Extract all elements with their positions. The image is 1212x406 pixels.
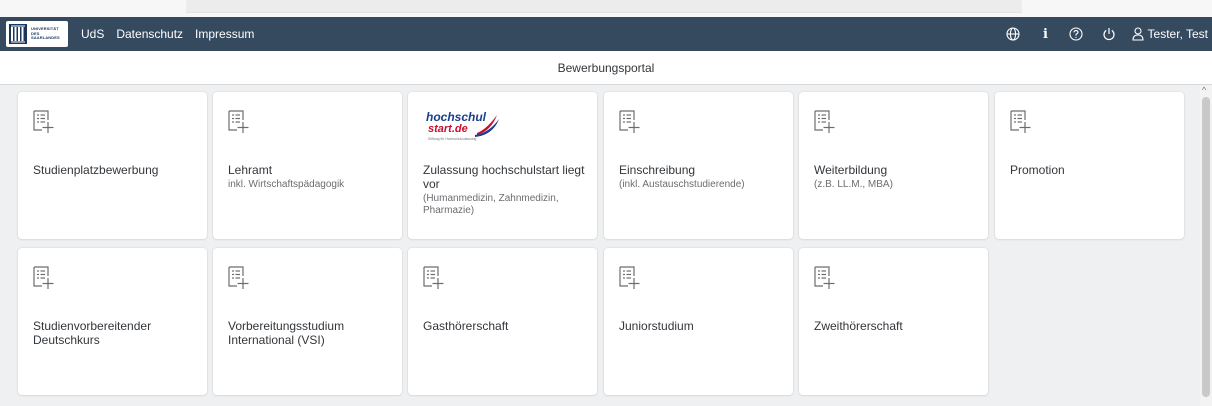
scroll-up-icon[interactable]: ^ <box>1202 85 1206 95</box>
tile-title: Gasthörerschaft <box>423 319 509 333</box>
document-add-icon <box>814 110 835 133</box>
svg-text:hochschul: hochschul <box>426 110 487 124</box>
page-title: Bewerbungsportal <box>0 51 1212 85</box>
document-add-icon <box>33 266 54 289</box>
info-icon[interactable]: i <box>1041 26 1051 42</box>
nav-link-uds[interactable]: UdS <box>81 27 104 41</box>
document-add-icon <box>1010 110 1031 133</box>
document-add-icon <box>619 110 640 133</box>
tile-studienplatzbewerbung[interactable]: Studienplatzbewerbung <box>18 92 207 239</box>
tile-title: Einschreibung (inkl. Austauschstudierend… <box>619 163 784 191</box>
tile-title: Weiterbildung (z.B. LL.M., MBA) <box>814 163 979 191</box>
svg-text:start.de: start.de <box>428 123 468 135</box>
shell-bar: UNIVERSITÄT DES SAARLANDES UdS Datenschu… <box>0 17 1212 51</box>
document-add-icon <box>423 266 444 289</box>
tile-subtitle: (z.B. LL.M., MBA) <box>814 179 893 190</box>
tile-title: Zulassung hochschulstart liegt vor (Huma… <box>423 163 588 216</box>
vertical-scrollbar[interactable]: ^ <box>1200 85 1212 406</box>
tile-subtitle: (Humanmedizin, Zahnmedizin, Pharmazie) <box>423 193 559 216</box>
university-logo-text: UNIVERSITÄT DES SAARLANDES <box>31 26 60 41</box>
tile-zulassung-hochschulstart[interactable]: hochschul start.de Stiftung für Hochschu… <box>408 92 597 239</box>
tile-lehramt[interactable]: Lehramt inkl. Wirtschaftspädagogik <box>213 92 402 239</box>
user-menu[interactable]: Tester, Test <box>1131 27 1208 41</box>
tile-subtitle: inkl. Wirtschaftspädagogik <box>228 179 345 190</box>
tile-zweithoererschaft[interactable]: Zweithörerschaft <box>799 248 988 395</box>
tile-gasthoererschaft[interactable]: Gasthörerschaft <box>408 248 597 395</box>
nav-link-impressum[interactable]: Impressum <box>195 27 254 41</box>
tile-vorbereitungsstudium-international[interactable]: Vorbereitungsstudium International (VSI) <box>213 248 402 395</box>
user-name: Tester, Test <box>1147 27 1208 41</box>
tile-studienvorbereitender-deutschkurs[interactable]: Studienvorbereitender Deutschkurs <box>18 248 207 395</box>
university-crest-icon <box>9 24 27 44</box>
tile-promotion[interactable]: Promotion <box>995 92 1184 239</box>
document-add-icon <box>619 266 640 289</box>
tile-subtitle: (inkl. Austauschstudierende) <box>619 179 745 190</box>
scrollbar-thumb[interactable] <box>1202 97 1210 397</box>
tile-juniorstudium[interactable]: Juniorstudium <box>604 248 793 395</box>
document-add-icon <box>33 110 54 133</box>
tile-einschreibung[interactable]: Einschreibung (inkl. Austauschstudierend… <box>604 92 793 239</box>
document-add-icon <box>228 266 249 289</box>
globe-icon[interactable] <box>1005 26 1021 42</box>
university-logo[interactable]: UNIVERSITÄT DES SAARLANDES <box>6 21 68 47</box>
nav-link-datenschutz[interactable]: Datenschutz <box>116 27 183 41</box>
browser-top-strip <box>0 0 1212 17</box>
power-icon[interactable] <box>1101 26 1117 42</box>
tile-title: Studienvorbereitender Deutschkurs <box>33 319 152 347</box>
tile-weiterbildung[interactable]: Weiterbildung (z.B. LL.M., MBA) <box>799 92 988 239</box>
help-icon[interactable] <box>1068 26 1084 42</box>
tile-title: Zweithörerschaft <box>814 319 903 333</box>
tile-title: Promotion <box>1010 163 1065 177</box>
user-icon <box>1131 27 1144 41</box>
document-add-icon <box>228 110 249 133</box>
tile-title: Studienplatzbewerbung <box>33 163 159 177</box>
tile-title: Lehramt inkl. Wirtschaftspädagogik <box>228 163 393 191</box>
tile-title: Vorbereitungsstudium International (VSI) <box>228 319 345 347</box>
tile-title: Juniorstudium <box>619 319 694 333</box>
hochschulstart-logo: hochschul start.de Stiftung für Hochschu… <box>426 110 499 141</box>
top-strip-bar <box>186 0 1022 13</box>
document-add-icon <box>814 266 835 289</box>
svg-text:Stiftung für Hochschulzulassun: Stiftung für Hochschulzulassung <box>428 137 477 141</box>
